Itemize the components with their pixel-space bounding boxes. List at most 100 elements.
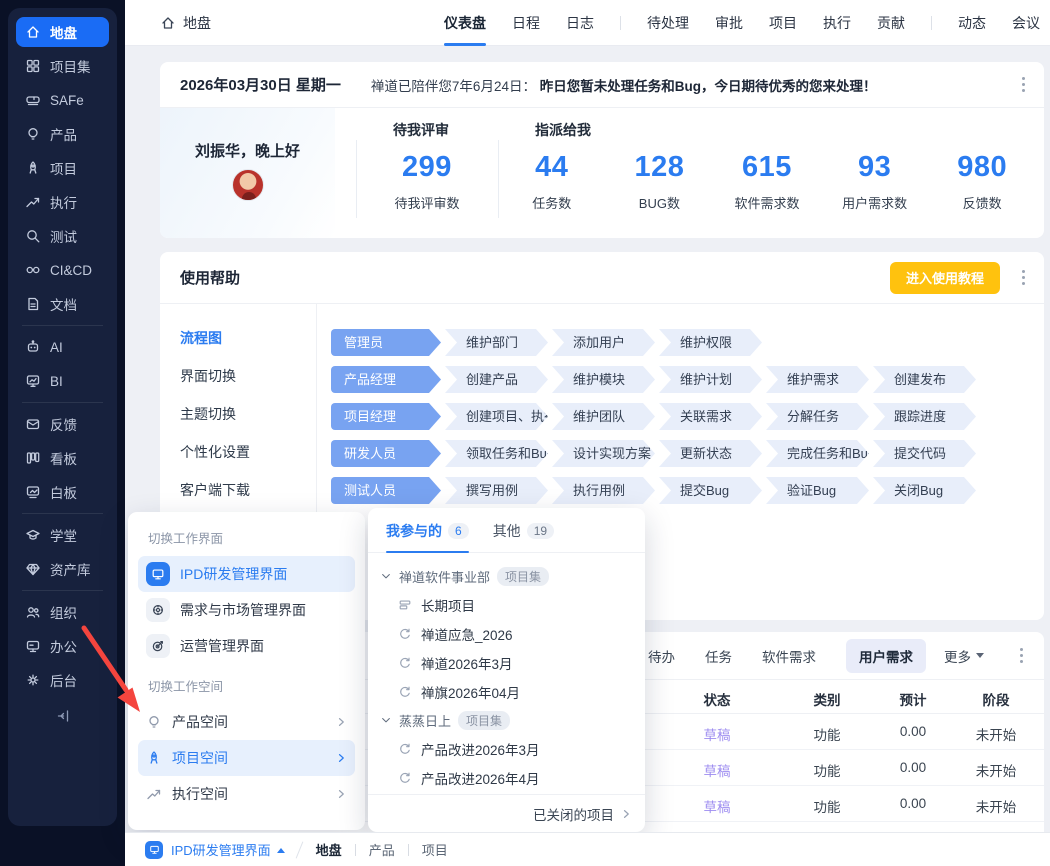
sidebar-item-asset[interactable]: 资产库 — [16, 554, 109, 584]
breadcrumb-home[interactable]: 地盘 — [160, 13, 211, 33]
bottom-crumb-dashboard[interactable]: 地盘 — [316, 840, 342, 859]
tab-execution[interactable]: 执行 — [823, 0, 851, 46]
flow-step[interactable]: 提交Bug — [659, 477, 762, 504]
sidebar-item-dashboard[interactable]: 地盘 — [16, 17, 109, 47]
tab-dynamic[interactable]: 动态 — [958, 0, 986, 46]
worklist-tab-task[interactable]: 任务 — [705, 646, 732, 666]
tab-dashboard[interactable]: 仪表盘 — [444, 0, 486, 46]
tab-project[interactable]: 项目 — [769, 0, 797, 46]
flow-step[interactable]: 关联需求 — [659, 403, 762, 430]
help-menu-client-download[interactable]: 客户端下载 — [180, 480, 316, 500]
tab-worklog[interactable]: 日志 — [566, 0, 594, 46]
sidebar-item-safe[interactable]: SAFe — [16, 85, 109, 115]
flow-step[interactable]: 跟踪进度 — [873, 403, 976, 430]
sidebar-item-admin[interactable]: 后台 — [16, 665, 109, 695]
list-item[interactable]: 禅道2026年3月 — [380, 648, 633, 677]
review-count[interactable]: 299 — [356, 151, 498, 184]
flow-step[interactable]: 领取任务和Bug — [445, 440, 548, 467]
tree-group[interactable]: 蒸蒸日上 项目集 — [380, 706, 633, 734]
sidebar-item-ai[interactable]: AI — [16, 332, 109, 362]
list-item[interactable]: 禅道应急_2026 — [380, 619, 633, 648]
flow-step[interactable]: 更新状态 — [659, 440, 762, 467]
flow-step[interactable]: 维护计划 — [659, 366, 762, 393]
tutorial-button[interactable]: 进入使用教程 — [889, 261, 1000, 294]
task-count[interactable]: 44 — [535, 151, 568, 183]
list-item[interactable]: 产品改进2026年4月 — [380, 763, 633, 792]
bug-count[interactable]: 128 — [634, 151, 684, 183]
card-more-button[interactable] — [1014, 648, 1028, 663]
flow-step[interactable]: 创建项目、执行 — [445, 403, 548, 430]
interface-switcher-button[interactable]: IPD研发管理界面 — [171, 840, 285, 859]
flow-step[interactable]: 维护部门 — [445, 329, 548, 356]
sidebar-item-cicd[interactable]: CI&CD — [16, 255, 109, 285]
tree-group[interactable]: 禅道软件事业部 项目集 — [380, 562, 633, 590]
tab-my-projects[interactable]: 我参与的 6 — [386, 521, 469, 553]
tab-approval[interactable]: 审批 — [715, 0, 743, 46]
flow-step[interactable]: 分解任务 — [766, 403, 869, 430]
tab-label: 我参与的 — [386, 523, 442, 539]
sidebar-item-execution[interactable]: 执行 — [16, 187, 109, 217]
sidebar-item-office[interactable]: 办公 — [16, 631, 109, 661]
list-item[interactable]: 禅旗2026年04月 — [380, 677, 633, 706]
stat-feedback: 980 反馈数 — [928, 151, 1036, 212]
sidebar-item-bi[interactable]: BI — [16, 366, 109, 396]
flow-step[interactable]: 完成任务和Bug — [766, 440, 869, 467]
menu-item-ipd-interface[interactable]: IPD研发管理界面 — [138, 556, 355, 592]
feedback-count[interactable]: 980 — [957, 151, 1007, 183]
menu-item-market-interface[interactable]: 需求与市场管理界面 — [138, 592, 355, 628]
list-item[interactable]: 产品改进2026年3月 — [380, 734, 633, 763]
program-badge: 项目集 — [458, 710, 511, 730]
menu-item-execution-space[interactable]: 执行空间 — [138, 776, 355, 812]
card-more-button[interactable] — [1016, 77, 1030, 92]
tab-calendar[interactable]: 日程 — [512, 0, 540, 46]
flow-step[interactable]: 维护需求 — [766, 366, 869, 393]
tab-contribution[interactable]: 贡献 — [877, 0, 905, 46]
sidebar-item-program[interactable]: 项目集 — [16, 51, 109, 81]
flow-step[interactable]: 设计实现方案 — [552, 440, 655, 467]
sidebar-item-feedback[interactable]: 反馈 — [16, 409, 109, 439]
bottom-crumb-product[interactable]: 产品 — [369, 840, 395, 859]
flow-step[interactable]: 验证Bug — [766, 477, 869, 504]
flow-step[interactable]: 创建发布 — [873, 366, 976, 393]
sidebar-item-product[interactable]: 产品 — [16, 119, 109, 149]
help-menu-personalization[interactable]: 个性化设置 — [180, 442, 316, 462]
sidebar-item-school[interactable]: 学堂 — [16, 520, 109, 550]
menu-item-operation-interface[interactable]: 运营管理界面 — [138, 628, 355, 664]
card-more-button[interactable] — [1016, 270, 1030, 285]
sidebar-item-doc[interactable]: 文档 — [16, 289, 109, 319]
help-menu-flowchart[interactable]: 流程图 — [180, 328, 316, 348]
worklist-tab-requirement[interactable]: 用户需求 — [846, 638, 926, 673]
help-menu-interface-switch[interactable]: 界面切换 — [180, 366, 316, 386]
menu-item-product-space[interactable]: 产品空间 — [138, 704, 355, 740]
flow-step[interactable]: 提交代码 — [873, 440, 976, 467]
sidebar-item-label: 资产库 — [50, 563, 91, 578]
tab-pending[interactable]: 待处理 — [647, 0, 689, 46]
flow-step[interactable]: 维护团队 — [552, 403, 655, 430]
flow-step[interactable]: 维护权限 — [659, 329, 762, 356]
bottom-crumb-project[interactable]: 项目 — [422, 840, 448, 859]
list-item[interactable]: 长期项目 — [380, 590, 633, 619]
sidebar-item-qa[interactable]: 测试 — [16, 221, 109, 251]
sidebar-item-whiteboard[interactable]: 白板 — [16, 477, 109, 507]
worklist-tab-todo[interactable]: 待办 — [648, 646, 675, 666]
help-menu-theme-switch[interactable]: 主题切换 — [180, 404, 316, 424]
requirement-count[interactable]: 93 — [858, 151, 891, 183]
story-count[interactable]: 615 — [742, 151, 792, 183]
flow-step[interactable]: 添加用户 — [552, 329, 655, 356]
tab-other-projects[interactable]: 其他 19 — [493, 521, 555, 552]
flow-step[interactable]: 撰写用例 — [445, 477, 548, 504]
flow-step[interactable]: 创建产品 — [445, 366, 548, 393]
closed-projects-link[interactable]: 已关闭的项目 — [368, 794, 645, 832]
menu-item-project-space[interactable]: 项目空间 — [138, 740, 355, 776]
sidebar-item-kanban[interactable]: 看板 — [16, 443, 109, 473]
flow-step[interactable]: 关闭Bug — [873, 477, 976, 504]
flow-step[interactable]: 维护模块 — [552, 366, 655, 393]
worklist-tab-more[interactable]: 更多 — [944, 646, 984, 666]
sidebar-item-project[interactable]: 项目 — [16, 153, 109, 183]
flow-step[interactable]: 执行用例 — [552, 477, 655, 504]
tab-meeting[interactable]: 会议 — [1012, 0, 1040, 46]
user-avatar[interactable] — [231, 169, 264, 201]
worklist-tab-story[interactable]: 软件需求 — [762, 646, 816, 666]
sidebar-item-org[interactable]: 组织 — [16, 597, 109, 627]
sidebar-collapse-button[interactable] — [8, 699, 117, 733]
